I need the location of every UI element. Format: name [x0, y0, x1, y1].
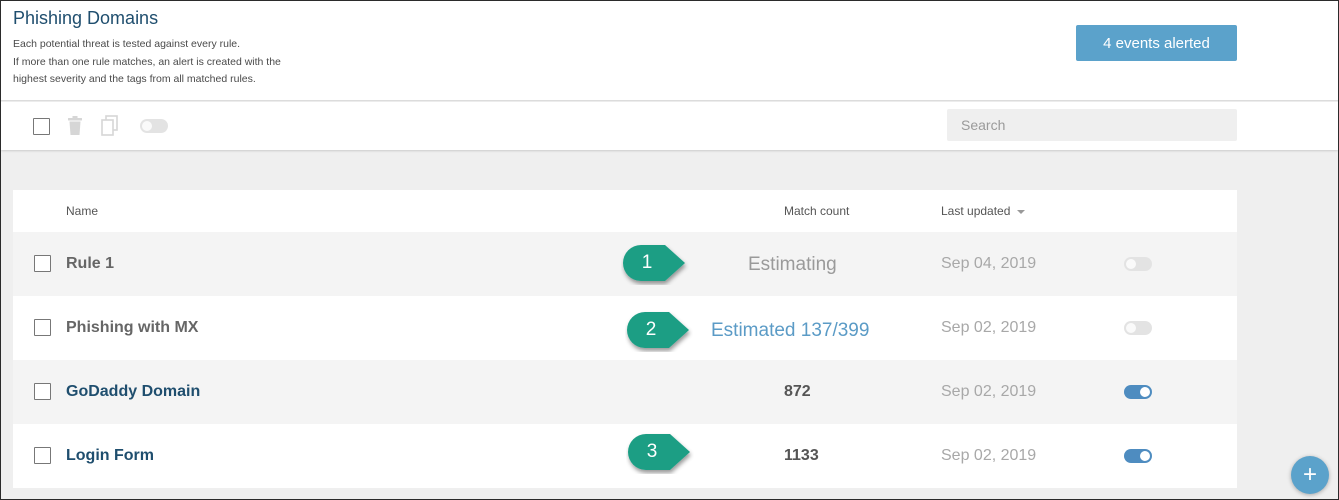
callout-marker: 1 — [621, 243, 689, 285]
column-header-last-updated-label: Last updated — [941, 204, 1011, 218]
row-checkbox[interactable] — [34, 255, 51, 272]
description-line: If more than one rule matches, an alert … — [13, 55, 281, 68]
estimating-status: Estimating — [748, 254, 837, 275]
callout-number: 2 — [645, 319, 657, 340]
row-checkbox[interactable] — [34, 383, 51, 400]
page-description: Each potential threat is tested against … — [13, 36, 281, 89]
table-row[interactable]: GoDaddy Domain 872 Sep 02, 2019 — [13, 360, 1237, 424]
table-header: Name Match count Last updated — [13, 190, 1237, 232]
last-updated: Sep 02, 2019 — [941, 383, 1037, 400]
rule-enable-toggle[interactable] — [1124, 257, 1152, 271]
column-header-name[interactable]: Name — [66, 204, 98, 218]
column-header-match-count[interactable]: Match count — [784, 204, 849, 218]
rule-name[interactable]: Phishing with MX — [66, 319, 198, 337]
column-header-last-updated[interactable]: Last updated — [941, 204, 1026, 218]
callout-number: 3 — [646, 441, 658, 462]
rule-name[interactable]: GoDaddy Domain — [66, 383, 200, 401]
events-alerted-button[interactable]: 4 events alerted — [1076, 25, 1237, 61]
row-checkbox[interactable] — [34, 319, 51, 336]
callout-marker: 2 — [625, 310, 693, 352]
toggle-knob — [1126, 323, 1136, 333]
sort-desc-icon — [1017, 209, 1026, 214]
rule-enable-toggle[interactable] — [1124, 449, 1152, 463]
toggle-knob — [1140, 387, 1150, 397]
add-rule-button[interactable]: + — [1291, 456, 1329, 494]
page-header: Phishing Domains Each potential threat i… — [1, 1, 1338, 101]
last-updated: Sep 02, 2019 — [941, 447, 1037, 464]
last-updated: Sep 02, 2019 — [941, 319, 1037, 336]
search-input[interactable] — [947, 109, 1237, 141]
description-line: highest severity and the tags from all m… — [13, 73, 256, 85]
rule-name[interactable]: Login Form — [66, 447, 154, 465]
toolbar — [1, 102, 1338, 150]
row-checkbox[interactable] — [34, 447, 51, 464]
toggle-knob — [1126, 259, 1136, 269]
plus-icon: + — [1302, 461, 1317, 488]
rule-name[interactable]: Rule 1 — [66, 255, 114, 273]
rule-enable-toggle[interactable] — [1124, 385, 1152, 399]
last-updated: Sep 04, 2019 — [941, 255, 1037, 272]
copy-icon[interactable] — [100, 115, 120, 142]
toggle-knob — [1140, 451, 1150, 461]
match-count: 1133 — [784, 447, 819, 464]
callout-number: 1 — [641, 252, 653, 273]
description-line: Each potential threat is tested against … — [13, 38, 241, 50]
app-frame: Phishing Domains Each potential threat i… — [0, 0, 1339, 500]
callout-marker: 3 — [626, 432, 694, 474]
match-count: 872 — [784, 383, 811, 400]
select-all-checkbox[interactable] — [33, 118, 50, 135]
toggle-knob — [142, 121, 152, 131]
estimated-status: Estimated 137/399 — [711, 320, 870, 341]
trash-icon[interactable] — [67, 116, 83, 141]
page-title: Phishing Domains — [13, 8, 159, 28]
bulk-enable-toggle[interactable] — [140, 119, 168, 133]
table-row[interactable]: Login Form 1133 Sep 02, 2019 — [13, 424, 1237, 488]
rule-enable-toggle[interactable] — [1124, 321, 1152, 335]
